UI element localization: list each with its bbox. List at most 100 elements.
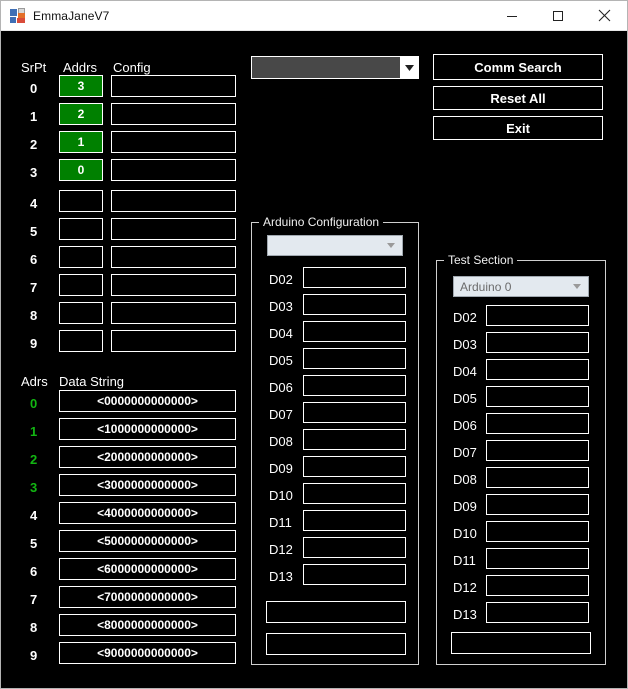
arduino-pin-label-D11: D11 [269,515,292,530]
port-select[interactable] [251,56,419,79]
arduino-pin-field-D09[interactable] [303,456,406,477]
test-pin-field-D05[interactable] [486,386,589,407]
data-string-row-label-3: 3 [30,480,38,495]
arduino-pin-field-D05[interactable] [303,348,406,369]
close-button[interactable] [581,1,627,30]
test-pin-label-D12: D12 [453,580,477,595]
arduino-pin-label-D12: D12 [269,542,293,557]
test-pin-field-D12[interactable] [486,575,589,596]
minimize-button[interactable] [489,1,535,30]
srpt-row-label-0: 0 [30,81,38,96]
arduino-pin-field-D07[interactable] [303,402,406,423]
srpt-addrs-field-1[interactable]: 2 [59,103,103,125]
reset-all-button[interactable]: Reset All [433,86,603,110]
data-string-row-label-2: 2 [30,452,38,467]
arduino-pin-label-D09: D09 [269,461,293,476]
data-string-field-0[interactable]: <0000000000000> [59,390,236,412]
data-string-field-1[interactable]: <1000000000000> [59,418,236,440]
arduino-pin-field-D08[interactable] [303,429,406,450]
data-string-field-9[interactable]: <9000000000000> [59,642,236,664]
srpt-config-field-4[interactable] [111,190,236,212]
arduino-pin-field-D11[interactable] [303,510,406,531]
test-section-select[interactable]: Arduino 0 [453,276,589,297]
test-pin-label-D05: D05 [453,391,477,406]
test-pin-field-D08[interactable] [486,467,589,488]
srpt-addrs-field-4[interactable] [59,190,103,212]
srpt-row-label-7: 7 [30,280,38,295]
data-string-field-6[interactable]: <6000000000000> [59,558,236,580]
arduino-extra-field-2[interactable] [266,633,406,655]
chevron-down-icon[interactable] [400,57,418,78]
arduino-pin-field-D10[interactable] [303,483,406,504]
test-section-select-value: Arduino 0 [460,279,512,294]
arduino-pin-field-D12[interactable] [303,537,406,558]
application-window: EmmaJaneV7 SrPt Addrs Config 0 3 1 2 2 1… [0,0,628,689]
data-string-field-3[interactable]: <3000000000000> [59,474,236,496]
srpt-config-field-1[interactable] [111,103,236,125]
arduino-extra-field-1[interactable] [266,601,406,623]
chevron-down-icon[interactable] [570,277,584,296]
data-string-field-4[interactable]: <4000000000000> [59,502,236,524]
chevron-down-icon[interactable] [384,236,398,255]
arduino-pin-field-D06[interactable] [303,375,406,396]
srpt-addrs-field-6[interactable] [59,246,103,268]
srpt-config-field-0[interactable] [111,75,236,97]
srpt-row-label-5: 5 [30,224,38,239]
comm-search-button[interactable]: Comm Search [433,54,603,80]
test-pin-field-D03[interactable] [486,332,589,353]
arduino-pin-field-D04[interactable] [303,321,406,342]
srpt-header-srpt: SrPt [21,60,47,75]
data-string-header-string: Data String [59,374,125,389]
data-string-row-label-8: 8 [30,620,38,635]
srpt-addrs-field-5[interactable] [59,218,103,240]
test-pin-field-D13[interactable] [486,602,589,623]
exit-button[interactable]: Exit [433,116,603,140]
srpt-config-field-8[interactable] [111,302,236,324]
data-string-row-label-0: 0 [30,396,38,411]
test-pin-field-D09[interactable] [486,494,589,515]
arduino-pin-label-D10: D10 [269,488,293,503]
srpt-row-label-8: 8 [30,308,38,323]
data-string-row-label-1: 1 [30,424,38,439]
srpt-addrs-field-3[interactable]: 0 [59,159,103,181]
srpt-addrs-field-8[interactable] [59,302,103,324]
srpt-addrs-field-0[interactable]: 3 [59,75,103,97]
srpt-header-config: Config [113,60,151,75]
arduino-pin-label-D03: D03 [269,299,293,314]
close-icon [598,9,610,22]
data-string-field-8[interactable]: <8000000000000> [59,614,236,636]
arduino-pin-label-D08: D08 [269,434,293,449]
test-pin-field-D11[interactable] [486,548,589,569]
srpt-config-field-9[interactable] [111,330,236,352]
srpt-config-field-2[interactable] [111,131,236,153]
arduino-pin-field-D13[interactable] [303,564,406,585]
data-string-field-2[interactable]: <2000000000000> [59,446,236,468]
srpt-config-field-7[interactable] [111,274,236,296]
data-string-row-label-6: 6 [30,564,38,579]
srpt-config-field-3[interactable] [111,159,236,181]
data-string-field-5[interactable]: <5000000000000> [59,530,236,552]
srpt-addrs-field-2[interactable]: 1 [59,131,103,153]
data-string-row-label-7: 7 [30,592,38,607]
arduino-configuration-select[interactable] [267,235,403,256]
test-pin-field-D02[interactable] [486,305,589,326]
arduino-pin-field-D03[interactable] [303,294,406,315]
test-pin-field-D06[interactable] [486,413,589,434]
test-pin-label-D10: D10 [453,526,477,541]
srpt-config-field-6[interactable] [111,246,236,268]
arduino-pin-field-D02[interactable] [303,267,406,288]
srpt-row-label-3: 3 [30,165,38,180]
srpt-addrs-field-7[interactable] [59,274,103,296]
test-extra-field-1[interactable] [451,632,591,654]
test-pin-field-D07[interactable] [486,440,589,461]
srpt-config-field-5[interactable] [111,218,236,240]
test-pin-field-D04[interactable] [486,359,589,380]
test-pin-label-D06: D06 [453,418,477,433]
maximize-button[interactable] [535,1,581,30]
srpt-row-label-2: 2 [30,137,38,152]
test-pin-field-D10[interactable] [486,521,589,542]
data-string-field-7[interactable]: <7000000000000> [59,586,236,608]
maximize-icon [553,10,563,21]
test-pin-label-D02: D02 [453,310,477,325]
srpt-addrs-field-9[interactable] [59,330,103,352]
